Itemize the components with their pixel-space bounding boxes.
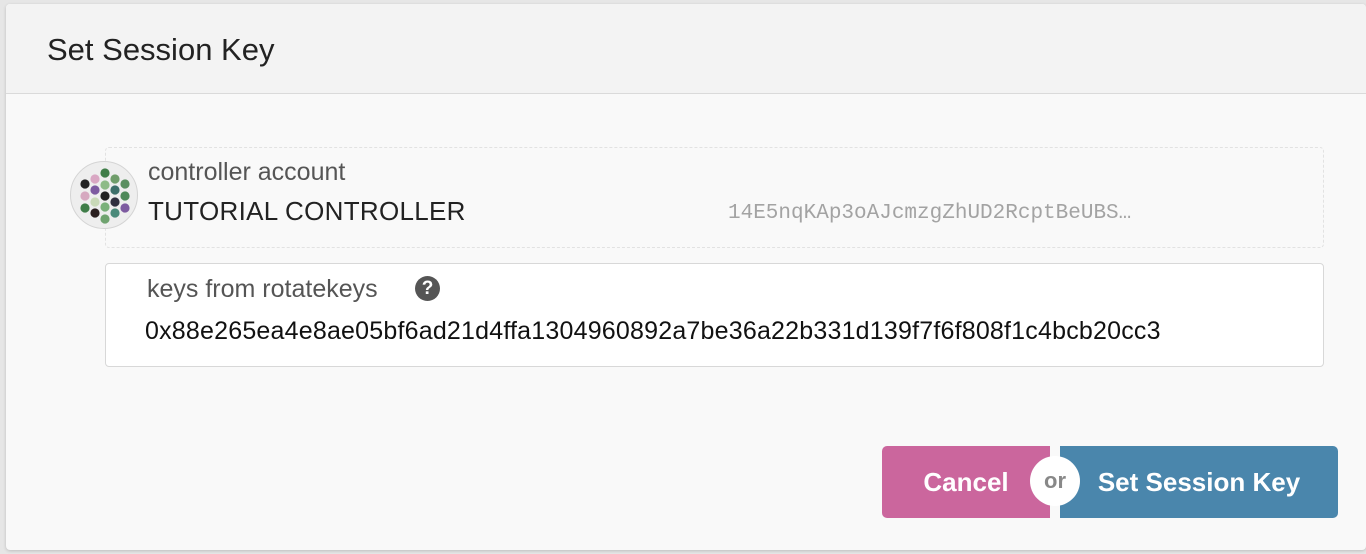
keys-label: keys from rotatekeys bbox=[147, 275, 378, 303]
keys-input-value[interactable]: 0x88e265ea4e8ae05bf6ad21d4ffa1304960892a… bbox=[145, 317, 1161, 346]
identicon-icon bbox=[70, 161, 138, 229]
cancel-button[interactable]: Cancel bbox=[882, 446, 1050, 518]
modal-title: Set Session Key bbox=[47, 32, 275, 67]
controller-account-address: 14E5nqKAp3oAJcmzgZhUD2RcptBeUBS… bbox=[728, 202, 1132, 225]
modal-header: Set Session Key bbox=[6, 4, 1366, 94]
set-session-key-button[interactable]: Set Session Key bbox=[1060, 446, 1338, 518]
controller-account-name: TUTORIAL CONTROLLER bbox=[148, 196, 466, 226]
or-separator: or bbox=[1030, 456, 1080, 506]
help-icon[interactable]: ? bbox=[415, 276, 440, 301]
set-session-key-modal: Set Session Key controller account TUTOR… bbox=[6, 4, 1366, 550]
controller-account-label: controller account bbox=[148, 158, 346, 186]
